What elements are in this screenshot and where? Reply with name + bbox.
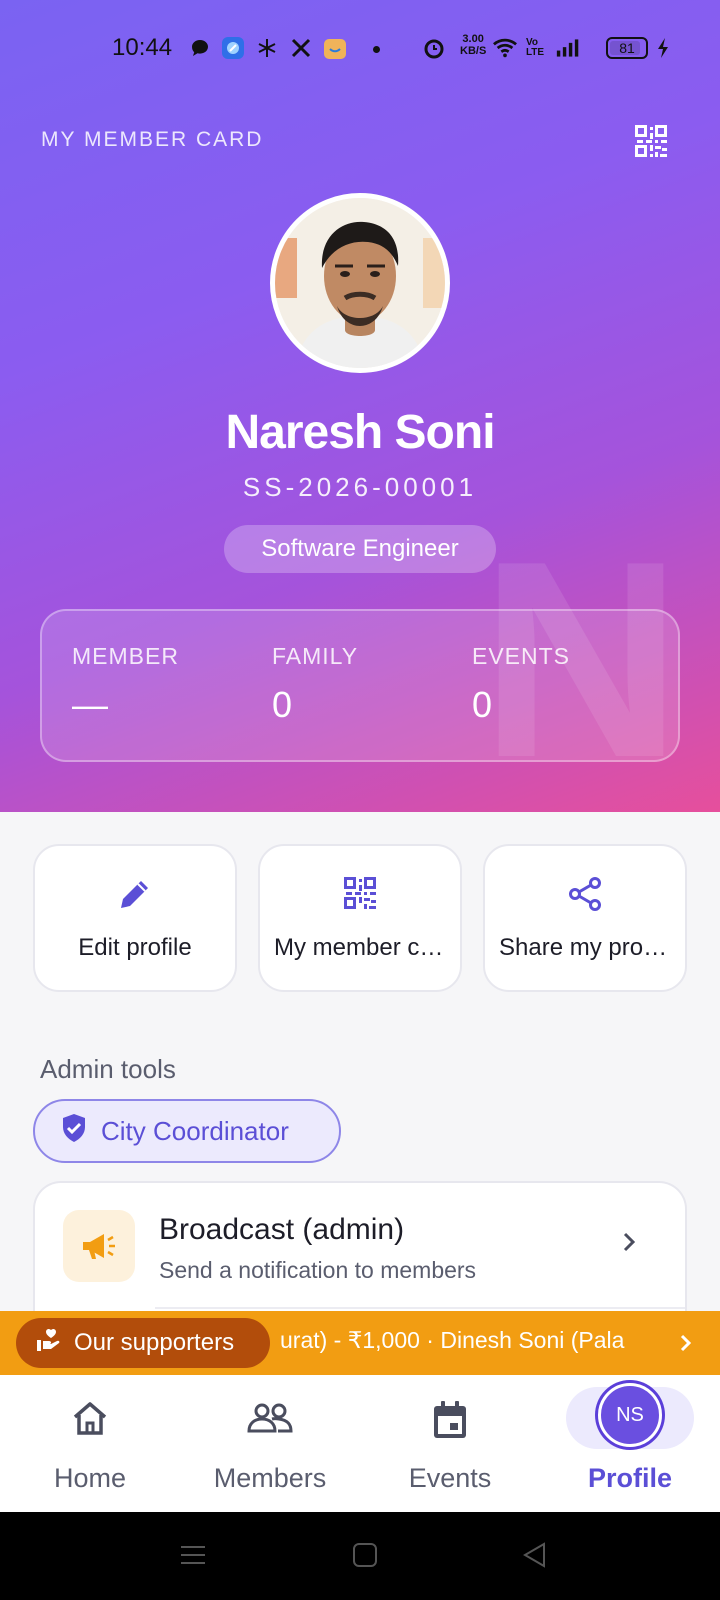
action-label: Share my profile [499, 934, 671, 961]
stats-panel: MEMBER — FAMILY 0 EVENTS 0 [40, 609, 680, 762]
home-square-icon[interactable] [352, 1542, 378, 1573]
net-speed-unit: KB/S [460, 45, 487, 57]
nav-members[interactable]: Members [180, 1375, 360, 1512]
share-icon [485, 876, 685, 916]
role-badge: Software Engineer [224, 525, 496, 573]
member-name: Naresh Soni [225, 406, 495, 459]
supporters-ticker: urat) - ₹1,000 · Dinesh Soni (Pala [280, 1327, 625, 1353]
wifi-icon [493, 36, 517, 60]
stat-family: FAMILY 0 [272, 643, 358, 726]
nav-label: Events [408, 1463, 492, 1493]
signal-icon [556, 36, 580, 60]
qr-code-icon[interactable] [634, 124, 668, 158]
action-label: Edit profile [78, 934, 192, 961]
supporters-label: Our supporters [74, 1329, 235, 1356]
share-profile-button[interactable]: Share my profile [483, 844, 687, 992]
city-coordinator-badge: City Coordinator [33, 1099, 341, 1163]
system-navigation-bar [0, 1512, 720, 1600]
divider [155, 1307, 685, 1309]
chat-bubble-icon [188, 36, 212, 60]
people-icon [180, 1399, 360, 1443]
megaphone-icon [63, 1210, 135, 1282]
profile-avatar-initials[interactable]: NS [598, 1383, 662, 1447]
qr-code-icon [260, 876, 460, 916]
status-bar: 10:44 3.00 KB/S Vo LTE 81 [0, 28, 720, 68]
battery-indicator: 81 [606, 37, 648, 59]
nav-label: Members [213, 1463, 327, 1493]
member-card-header: N 10:44 3.00 KB/S Vo LTE 81 MY MEMBER CA… [0, 0, 720, 812]
shopping-app-icon [323, 36, 347, 60]
list-item-subtitle: Send a notification to members [159, 1257, 477, 1283]
charging-icon [651, 36, 675, 60]
browser-app-icon [221, 36, 245, 60]
member-id: SS-2026-00001 [242, 472, 478, 502]
supporters-banner[interactable]: urat) - ₹1,000 · Dinesh Soni (Pala Our s… [0, 1311, 720, 1375]
nav-label: Home [53, 1463, 127, 1493]
list-item-title: Broadcast (admin) [159, 1213, 405, 1246]
stat-label: MEMBER [72, 643, 179, 669]
broadcast-admin-item[interactable]: Broadcast (admin) Send a notification to… [35, 1183, 685, 1309]
our-supporters-button[interactable]: Our supporters [16, 1318, 270, 1368]
status-time: 10:44 [112, 34, 173, 61]
shield-check-icon [61, 1113, 87, 1150]
heart-hand-icon [36, 1327, 62, 1360]
alarm-icon [422, 36, 446, 60]
stat-value: 0 [472, 684, 493, 725]
nav-home[interactable]: Home [0, 1375, 180, 1512]
nav-label: Profile [587, 1463, 673, 1493]
my-member-card-button[interactable]: My member card [258, 844, 462, 992]
volte-indicator: Vo LTE [525, 37, 545, 58]
stat-events: EVENTS 0 [472, 643, 570, 726]
stat-label: FAMILY [272, 643, 359, 669]
chevron-right-icon [678, 1331, 694, 1360]
stat-value: — [72, 684, 108, 725]
stat-value: 0 [272, 684, 293, 725]
card-title: MY MEMBER CARD [41, 128, 264, 151]
chevron-right-icon [619, 1227, 639, 1262]
nav-events[interactable]: Events [360, 1375, 540, 1512]
stat-label: EVENTS [472, 643, 571, 669]
x-logo-icon [289, 36, 313, 60]
home-icon [0, 1399, 180, 1443]
edit-profile-button[interactable]: Edit profile [33, 844, 237, 992]
pencil-icon [35, 876, 235, 916]
badge-label: City Coordinator [101, 1115, 289, 1146]
back-triangle-icon[interactable] [522, 1542, 548, 1573]
bottom-navigation: Home Members Events Profile NS [0, 1375, 720, 1512]
menu-icon[interactable] [180, 1542, 206, 1573]
calendar-icon [360, 1399, 540, 1443]
battery-level: 81 [619, 40, 635, 56]
network-speed: 3.00 KB/S [460, 33, 486, 57]
sparkle-icon [255, 36, 279, 60]
section-title-admin-tools: Admin tools [40, 1054, 176, 1084]
more-notifications-dot [373, 46, 380, 53]
profile-photo[interactable] [270, 193, 450, 373]
net-speed-value: 3.00 [462, 33, 484, 45]
action-label: My member card [274, 934, 446, 961]
stat-member: MEMBER — [72, 643, 179, 726]
admin-tools-list: Broadcast (admin) Send a notification to… [33, 1181, 687, 1331]
